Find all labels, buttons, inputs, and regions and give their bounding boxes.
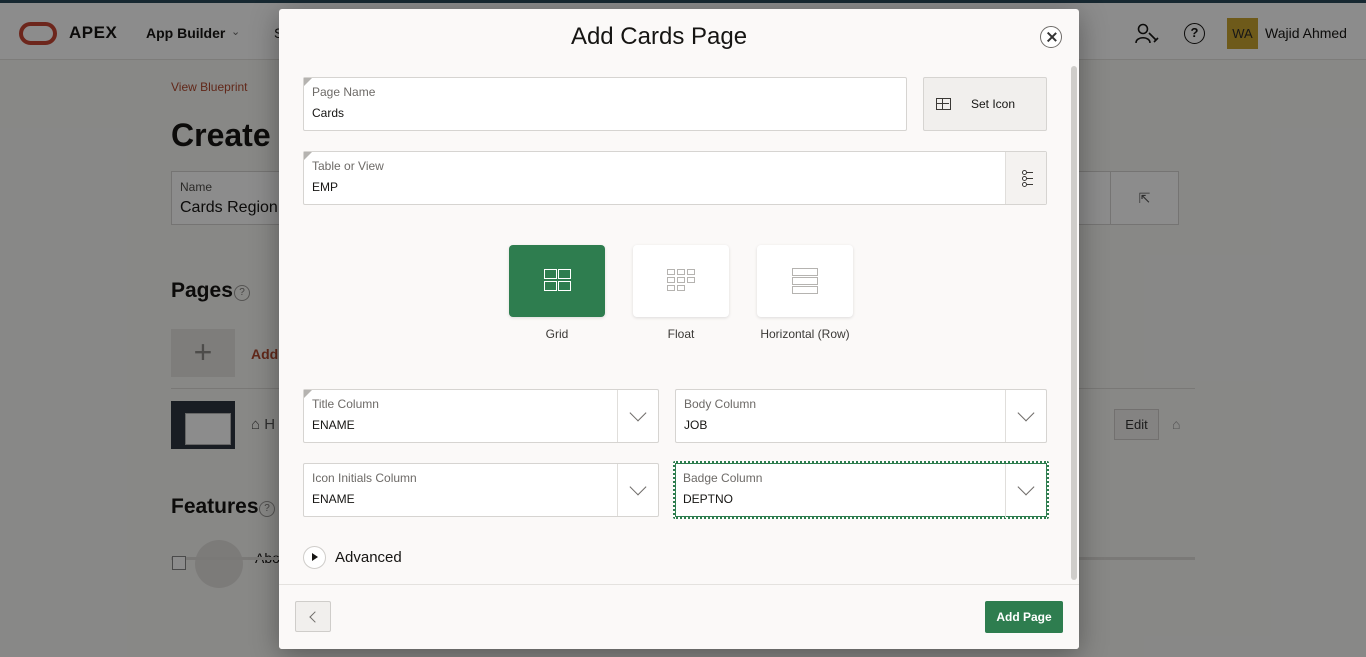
icon-initials-column-value: ENAME: [312, 492, 355, 506]
layout-horizontal-label: Horizontal (Row): [760, 327, 850, 341]
chevron-down-icon[interactable]: [1005, 390, 1046, 442]
grid-layout-icon: [542, 269, 572, 293]
close-icon[interactable]: [1040, 26, 1062, 48]
required-indicator: [304, 78, 312, 86]
table-or-view-label: Table or View: [312, 159, 384, 173]
badge-column-label: Badge Column: [683, 471, 763, 485]
icon-initials-column-label: Icon Initials Column: [312, 471, 417, 485]
body-column-label: Body Column: [684, 397, 757, 411]
page-name-label: Page Name: [312, 85, 376, 99]
badge-column-value: DEPTNO: [683, 492, 734, 506]
title-column-label: Title Column: [312, 397, 379, 411]
table-or-view-field[interactable]: Table or View EMP: [303, 151, 1047, 205]
table-grid-icon: [936, 98, 951, 110]
layout-float-label: Float: [667, 327, 695, 341]
expand-arrow-icon[interactable]: [303, 546, 326, 569]
body-column-select[interactable]: Body Column JOB: [675, 389, 1047, 443]
chevron-down-icon[interactable]: [617, 464, 658, 516]
layout-grid-label: Grid: [545, 327, 569, 341]
title-column-select[interactable]: Title Column ENAME: [303, 389, 659, 443]
advanced-label[interactable]: Advanced: [335, 549, 402, 566]
chevron-down-icon[interactable]: [617, 390, 658, 442]
table-or-view-value[interactable]: EMP: [312, 180, 338, 194]
badge-column-select[interactable]: Badge Column DEPTNO: [673, 461, 1049, 519]
icon-initials-column-select[interactable]: Icon Initials Column ENAME: [303, 463, 659, 517]
dialog-title: Add Cards Page: [570, 23, 748, 50]
float-layout-icon: [666, 269, 696, 293]
layout-grid-option[interactable]: [509, 245, 605, 317]
layout-horizontal-option[interactable]: [757, 245, 853, 317]
layout-float-option[interactable]: [633, 245, 729, 317]
dialog-footer: Add Page: [279, 584, 1079, 649]
title-column-value: ENAME: [312, 418, 355, 432]
required-indicator: [304, 390, 312, 398]
set-icon-button[interactable]: Set Icon: [923, 77, 1047, 131]
body-column-value: JOB: [684, 418, 708, 432]
horizontal-row-layout-icon: [792, 268, 818, 294]
chevron-down-icon[interactable]: [1005, 464, 1046, 518]
set-icon-label: Set Icon: [971, 97, 1016, 111]
add-page-button[interactable]: Add Page: [985, 601, 1063, 633]
page-name-value[interactable]: Cards: [312, 106, 344, 120]
add-cards-page-dialog: Add Cards Page Page Name Cards Set Icon …: [279, 9, 1079, 649]
list-icon[interactable]: [1005, 152, 1046, 204]
back-arrow-icon[interactable]: [295, 601, 331, 632]
page-name-field[interactable]: Page Name Cards: [303, 77, 907, 131]
required-indicator: [304, 152, 312, 160]
scrollbar-thumb[interactable]: [1071, 66, 1077, 580]
